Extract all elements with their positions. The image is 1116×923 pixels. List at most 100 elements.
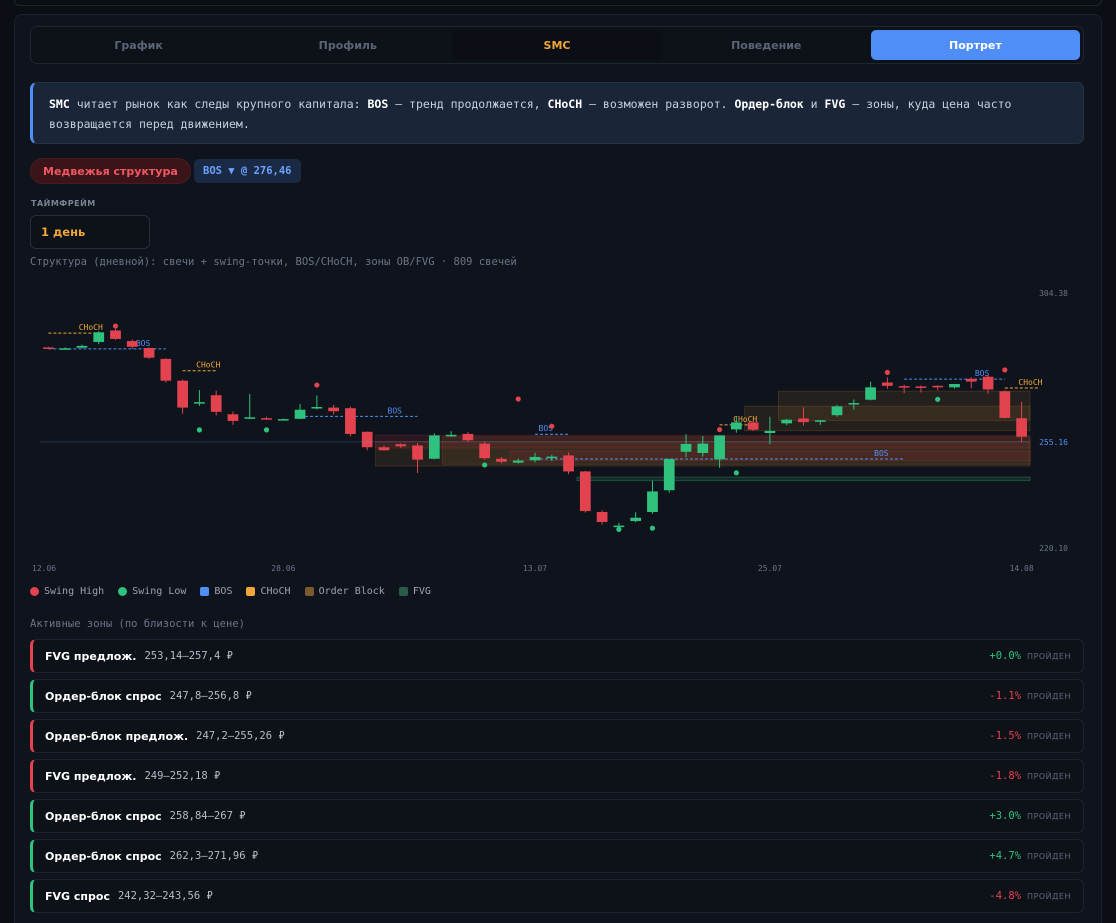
legend-swing-high-label: Swing High	[44, 586, 105, 597]
zone-name: FVG предлож.	[45, 769, 137, 783]
zone-range: 249–252,18 ₽	[144, 770, 221, 782]
zone-distance: -1.1%	[989, 690, 1021, 702]
y-tick-label: 255.16	[1039, 438, 1068, 447]
candle-body	[512, 460, 524, 463]
x-tick-label: 14.08	[1010, 564, 1034, 573]
candle-body	[663, 459, 675, 491]
info-order-block: Ордер-блок	[734, 97, 804, 111]
zone-status: ПРОЙДЕН	[1027, 811, 1071, 821]
swing-low-point	[935, 396, 941, 402]
candle-body	[747, 422, 759, 430]
x-tick-label: 12.06	[32, 564, 56, 573]
zone-row[interactable]: Ордер-блок спрос 262,3–271,96 ₽ +4.7% ПРОЙД…	[30, 839, 1084, 873]
swing-low-point	[196, 427, 203, 433]
active-zones-title: Активные зоны (по близости к цене)	[30, 618, 245, 630]
candle-body	[412, 445, 423, 460]
candle-body	[110, 330, 121, 339]
zone-range: 258,84–267 ₽	[169, 810, 246, 822]
candle-body	[714, 435, 725, 460]
candle-body	[395, 444, 407, 447]
candle-body	[462, 433, 474, 441]
candle-body	[982, 376, 994, 390]
candle-body	[227, 414, 239, 421]
tab-profile[interactable]: Профиль	[243, 30, 452, 60]
candle-body	[345, 408, 356, 434]
candle-body	[76, 345, 88, 348]
choch-swatch-icon	[246, 587, 256, 596]
choch-label: CHoCH	[79, 323, 103, 332]
tab-behavior[interactable]: Поведение	[662, 30, 871, 60]
legend-choch: CHoCH	[246, 586, 291, 597]
bos-label: BOS	[136, 339, 151, 348]
tab-chart[interactable]: График	[34, 30, 243, 60]
candle-body	[898, 386, 910, 388]
structure-badge: Медвежья структура	[30, 158, 191, 184]
zone-range: 247,2–255,26 ₽	[196, 730, 285, 742]
zone-status: ПРОЙДЕН	[1027, 891, 1071, 901]
x-tick-label: 25.07	[758, 564, 782, 573]
candle-body	[546, 456, 558, 459]
y-tick-label: 304.38	[1039, 289, 1068, 298]
info-text-3: — возможен разворот.	[582, 97, 735, 111]
zone-row[interactable]: Ордер-блок предлож. 247,2–255,26 ₽ -1.5% ПР…	[30, 719, 1084, 753]
candle-body	[814, 420, 826, 422]
swing-low-point	[263, 427, 270, 433]
zone-row[interactable]: FVG спрос 242,32–243,56 ₽ -4.8% ПРОЙДЕН	[30, 879, 1084, 913]
swing-high-point	[884, 369, 890, 375]
zone-distance: -1.5%	[989, 730, 1021, 742]
view-tabs: График Профиль SMC Поведение Портрет	[30, 26, 1084, 64]
candle-body	[143, 348, 155, 358]
zone-row[interactable]: FVG предлож. 249–252,18 ₽ -1.8% ПРОЙДЕН	[30, 759, 1084, 793]
swing-high-marker-icon	[30, 587, 39, 596]
timeframe-label: ТАЙМФРЕЙМ	[31, 199, 96, 208]
candle-body	[529, 456, 541, 461]
zone-distance: +4.7%	[989, 850, 1021, 862]
swing-low-point	[733, 470, 739, 476]
candle-body	[328, 407, 340, 412]
zone-row[interactable]: Ордер-блок спрос 247,8–256,8 ₽ -1.1% ПРОЙДЕ…	[30, 679, 1084, 713]
tab-smc[interactable]: SMC	[452, 30, 662, 60]
info-text-1: читает рынок как следы крупного капитала…	[69, 97, 368, 111]
candle-body	[647, 491, 658, 512]
bos-label: BOS	[388, 406, 403, 415]
zone-range: 262,3–271,96 ₽	[169, 850, 259, 862]
candle-body	[965, 378, 977, 382]
info-smc: SMC	[49, 97, 70, 111]
zone-status: ПРОЙДЕН	[1027, 771, 1071, 781]
candle-body	[730, 422, 742, 430]
candle-body	[210, 395, 222, 412]
bos-badge: BOS ▼ @ 276,46	[194, 159, 301, 183]
swing-low-marker-icon	[118, 587, 128, 596]
timeframe-select[interactable]: 1 день	[30, 215, 150, 249]
tab-portrait[interactable]: Портрет	[870, 30, 1081, 60]
zone-distance: +0.0%	[989, 650, 1021, 662]
swing-low-point	[649, 525, 656, 531]
info-text-4: и	[803, 97, 825, 111]
candle-body	[160, 358, 172, 381]
swing-high-point	[1002, 367, 1008, 373]
zone-range: 253,14–257,4 ₽	[144, 650, 233, 662]
candle-body	[126, 341, 138, 347]
zone-row[interactable]: Ордер-блок спрос 258,84–267 ₽ +3.0% ПРОЙДЕН	[30, 799, 1084, 833]
zone-row[interactable]: FVG предлож. 253,14–257,4 ₽ +0.0% ПРОЙДЕН	[30, 639, 1084, 673]
swing-high-point	[515, 396, 521, 402]
zone-status: ПРОЙДЕН	[1027, 691, 1071, 701]
choch-label: CHoCH	[1018, 378, 1042, 387]
candle-body	[831, 406, 843, 416]
candle-body	[949, 384, 960, 388]
swing-high-point	[549, 423, 555, 429]
candle-body	[445, 434, 457, 437]
candle-body	[882, 382, 893, 386]
active-zones-list: FVG предлож. 253,14–257,4 ₽ +0.0% ПРОЙДЕН О…	[30, 639, 1084, 919]
candle-body	[93, 332, 105, 342]
candle-body	[848, 403, 860, 405]
chart-legend: Swing High Swing Low BOS CHoCH Order Blo…	[30, 586, 431, 597]
swing-low-point	[482, 462, 488, 468]
order-block-zone	[778, 390, 1031, 421]
candle-body	[764, 430, 776, 434]
candle-body	[479, 443, 491, 459]
legend-order-block-label: Order Block	[318, 586, 385, 597]
candle-body	[579, 471, 591, 512]
swing-high-point	[314, 382, 320, 388]
candle-body	[311, 407, 323, 409]
